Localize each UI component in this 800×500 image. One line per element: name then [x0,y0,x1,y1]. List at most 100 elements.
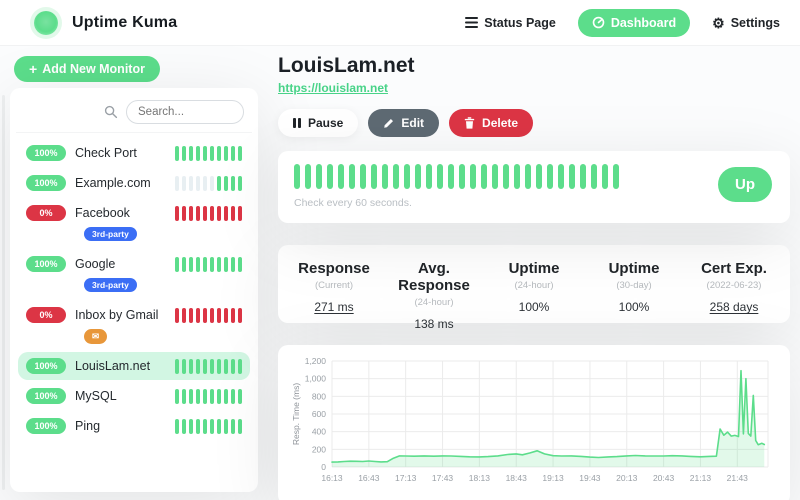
svg-text:17:43: 17:43 [432,473,454,483]
edit-button[interactable]: Edit [368,109,439,137]
beat [175,176,179,191]
stat-label: Cert Exp. [684,260,784,277]
pause-icon [293,118,301,128]
stat-value: 271 ms [284,300,384,314]
stat-column: Response(Current)271 ms [284,260,384,310]
nav-status-page[interactable]: Status Page [465,16,556,30]
monitor-list-item[interactable]: 100%Ping [18,412,250,440]
stat-sublabel: (30-day) [584,280,684,291]
monitor-list-item[interactable]: 100% LouisLam.net [18,352,250,380]
beat [203,206,207,221]
beat [217,308,221,323]
beat [238,419,242,434]
svg-text:20:43: 20:43 [653,473,675,483]
beat [338,164,344,189]
monitor-list-item[interactable]: 100%Google3rd-party [18,250,250,299]
nav-settings[interactable]: ⚙ Settings [712,16,780,30]
add-new-monitor-button[interactable]: + Add New Monitor [14,56,160,82]
monitor-title: LouisLam.net [278,54,790,78]
beat [189,419,193,434]
beat [189,389,193,404]
beat [231,146,235,161]
beat [437,164,443,189]
beat [536,164,542,189]
stat-value: 258 days [684,300,784,314]
tachometer-icon [592,16,605,29]
beat [360,164,366,189]
monitor-name: Google [75,257,115,271]
beat [470,164,476,189]
monitor-list-card: 100%Check Port100%Example.com0%Facebook3… [10,88,258,492]
beat [238,257,242,272]
beat [231,176,235,191]
svg-text:16:43: 16:43 [358,473,380,483]
delete-button[interactable]: Delete [449,109,533,137]
plus-icon: + [29,62,37,76]
beat [182,359,186,374]
beat [481,164,487,189]
stat-column: Uptime(30-day)100% [584,260,684,310]
monitor-list-item[interactable]: 100%Check Port [18,139,250,167]
beat [217,389,221,404]
beat [210,176,214,191]
beat [203,257,207,272]
stat-column: Uptime(24-hour)100% [484,260,584,310]
edit-pencil-icon [383,118,394,129]
beat [203,176,207,191]
beat [210,206,214,221]
stat-column: Cert Exp.(2022-06-23)258 days [684,260,784,310]
beat [196,389,200,404]
monitor-list-item[interactable]: 100%MySQL [18,382,250,410]
uptime-badge: 0% [26,205,66,221]
monitor-name: Ping [75,419,100,433]
beat [203,359,207,374]
monitor-list-item[interactable]: 0%Facebook3rd-party [18,199,250,248]
beat [393,164,399,189]
beat [224,389,228,404]
beat [426,164,432,189]
beat [404,164,410,189]
beat [182,389,186,404]
nav-status-page-label: Status Page [484,16,556,30]
app-header: Uptime Kuma Status Page Dashboard ⚙ Sett… [0,0,800,46]
response-time-chart[interactable]: 02004006008001,0001,20016:1316:4317:1317… [286,351,782,499]
beat [210,146,214,161]
beat [210,308,214,323]
beat [547,164,553,189]
beat [349,164,355,189]
stat-label: Uptime [584,260,684,277]
uptime-badge: 100% [26,358,66,374]
beat [558,164,564,189]
sidebar-scrollbar[interactable] [2,95,5,490]
mini-heartbeat-bar [175,146,242,161]
pause-button[interactable]: Pause [278,109,358,137]
beat [189,146,193,161]
uptime-badge: 100% [26,388,66,404]
beat [175,389,179,404]
mini-heartbeat-bar [175,308,242,323]
nav-dashboard[interactable]: Dashboard [578,9,690,37]
beat [210,419,214,434]
beat [210,359,214,374]
mini-heartbeat-bar [175,389,242,404]
svg-text:16:13: 16:13 [321,473,343,483]
beat [415,164,421,189]
mini-heartbeat-bar [175,257,242,272]
delete-label: Delete [482,116,518,130]
search-input[interactable] [126,100,244,124]
beat [569,164,575,189]
monitor-url-link[interactable]: https://louislam.net [278,81,388,95]
beat [238,206,242,221]
beat [238,359,242,374]
svg-text:1,000: 1,000 [305,374,327,384]
beat [210,257,214,272]
top-nav: Status Page Dashboard ⚙ Settings [465,9,800,37]
beat [238,146,242,161]
monitor-list-item[interactable]: 100%Example.com [18,169,250,197]
beat [231,257,235,272]
beat [238,176,242,191]
response-chart-card[interactable]: 02004006008001,0001,20016:1316:4317:1317… [278,345,790,500]
monitor-list-item[interactable]: 0%Inbox by Gmail✉ [18,301,250,350]
beat [327,164,333,189]
monitor-name: LouisLam.net [75,359,150,373]
